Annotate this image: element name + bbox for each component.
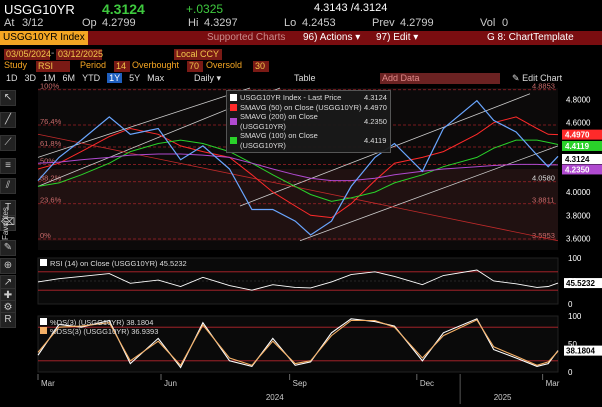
stoch-y-tick: 100: [568, 312, 582, 321]
legend-swatch: [230, 103, 237, 111]
fib-value-label: 3.8811: [532, 196, 554, 205]
price-tag-label: 4.4970: [565, 131, 590, 140]
legend-series-name: SMAVG (50) on Close (USGG10YR): [240, 102, 362, 112]
y-tick-label: 3.8000: [566, 211, 591, 220]
fib-value-label: 4.0580: [532, 174, 555, 183]
x-tick-label: Jun: [164, 379, 177, 388]
fib-percent-label: 0%: [40, 231, 51, 240]
rsi-legend-swatch: [40, 259, 47, 266]
main-legend: USGG10YR Index - Last Price 4.3124 SMAVG …: [226, 90, 391, 153]
y-tick-label: 3.6000: [566, 234, 591, 243]
fib-percent-label: 61.8%: [40, 139, 62, 148]
legend-swatch: [230, 118, 237, 125]
price-tag-label: 4.3124: [565, 155, 590, 164]
x-tick-label: Sep: [293, 379, 308, 388]
stoch-legend-swatch: [40, 327, 47, 334]
legend-series-value: 4.3124: [364, 93, 387, 102]
fib-value-label: 4.8853: [532, 82, 555, 91]
stoch-legend-label: %DSS(3) (USGG10YR) 36.9393: [50, 327, 158, 336]
fib-percent-label: 23.6%: [40, 196, 62, 205]
rsi-y-tick: 100: [568, 254, 582, 263]
y-tick-label: 4.0000: [566, 188, 591, 197]
rsi-legend-label: RSI (14) on Close (USGG10YR) 45.5232: [50, 259, 187, 268]
price-tag-label: 4.2350: [565, 165, 590, 174]
year-label: 2025: [494, 393, 512, 402]
legend-series-name: SMAVG (200) on Close (USGG10YR): [240, 112, 318, 131]
x-tick-label: Dec: [420, 379, 434, 388]
rsi-value-tag: 45.5232: [566, 279, 595, 288]
x-tick-label: Mar: [546, 379, 560, 388]
legend-entry: SMAVG (200) on Close (USGG10YR) 4.2350: [230, 112, 387, 131]
fib-band-shade: [38, 169, 558, 241]
chart-canvas[interactable]: 100%76.4%61.8%50%38.2%23.6%0%4.88534.058…: [0, 0, 602, 407]
rsi-y-tick: 0: [568, 300, 573, 309]
legend-series-value: 4.4970: [364, 102, 387, 112]
y-tick-label: 4.6000: [566, 119, 591, 128]
year-label: 2024: [266, 393, 284, 402]
fib-percent-label: 100%: [40, 82, 60, 91]
fib-value-label: 3.5953: [532, 231, 555, 240]
y-tick-label: 4.8000: [566, 96, 591, 105]
stoch-legend-label: %DS(3) (USGG10YR) 38.1804: [50, 318, 153, 327]
legend-entry: SMAVG (50) on Close (USGG10YR) 4.4970: [230, 103, 387, 113]
legend-series-name: USGG10YR Index - Last Price: [240, 93, 342, 102]
stoch-legend-swatch: [40, 318, 47, 325]
legend-entry: SMAVG (100) on Close (USGG10YR) 4.4119: [230, 131, 387, 150]
fib-percent-label: 76.4%: [40, 117, 62, 126]
x-tick-label: Mar: [41, 379, 55, 388]
legend-swatch: [230, 94, 237, 102]
price-tag-label: 4.4119: [565, 142, 590, 151]
legend-swatch: [230, 137, 237, 144]
legend-series-value: 4.4119: [364, 135, 387, 145]
stoch-value-tag: 38.1804: [566, 347, 595, 356]
legend-entry: USGG10YR Index - Last Price 4.3124: [230, 93, 387, 103]
legend-series-value: 4.2350: [364, 116, 387, 126]
legend-series-name: SMAVG (100) on Close (USGG10YR): [240, 131, 318, 150]
stoch-y-tick: 0: [568, 368, 573, 377]
